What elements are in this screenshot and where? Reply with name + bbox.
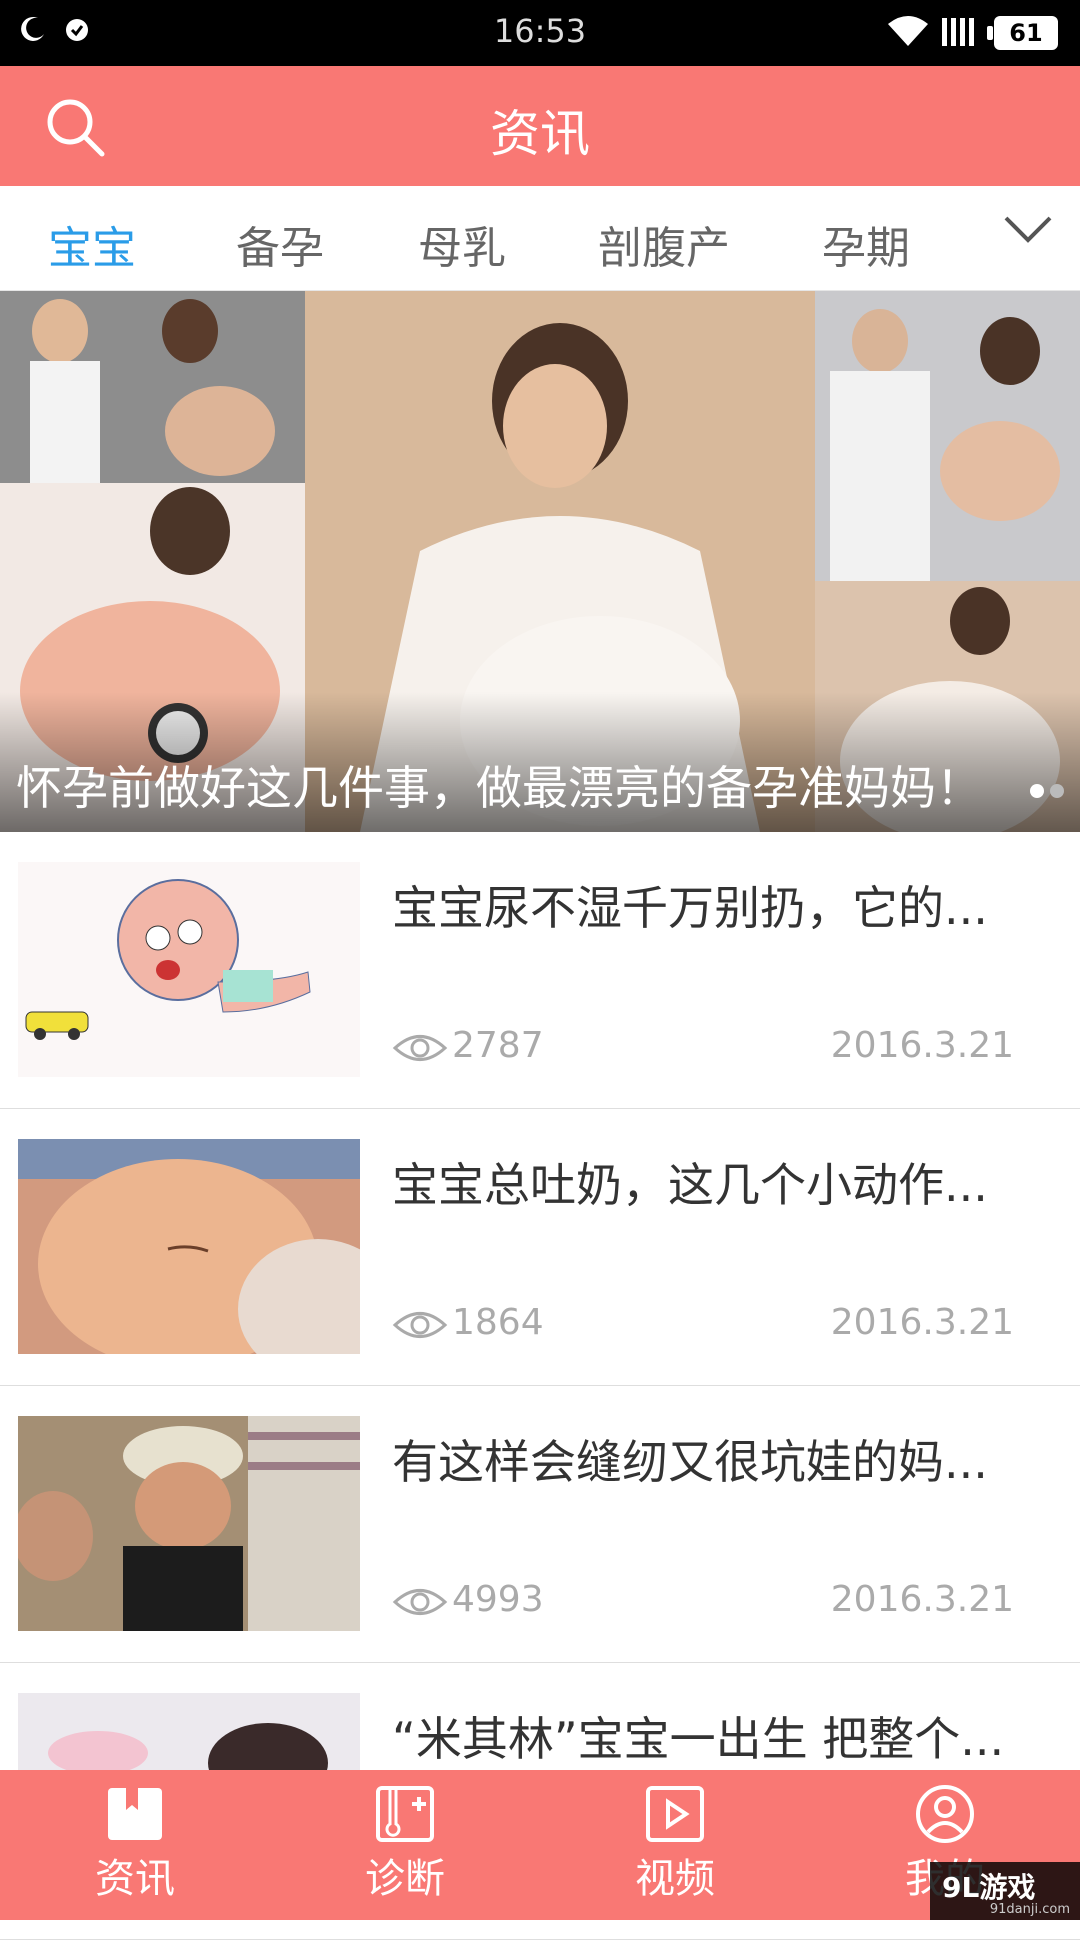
carousel-indicator — [1024, 783, 1064, 802]
tab-breastfeeding[interactable]: 母乳 — [418, 212, 506, 276]
watermark: 9L游戏 91danji.com — [930, 1862, 1080, 1920]
tab-pregnancy-prep[interactable]: 备孕 — [236, 212, 324, 276]
eye-icon — [392, 1589, 448, 1615]
article-thumbnail — [18, 1139, 360, 1354]
nav-video[interactable]: 视频 — [605, 1784, 745, 1904]
status-bar: 16:53 61 — [0, 0, 1080, 66]
article-thumbnail — [18, 1416, 360, 1631]
article-title[interactable]: 宝宝总吐奶，这几个小动作... — [392, 1149, 1012, 1215]
nav-news-label: 资讯 — [95, 1856, 175, 1902]
eye-icon — [392, 1312, 448, 1338]
view-count: 2787 — [392, 1025, 544, 1066]
article-item[interactable]: 宝宝尿不湿千万别扔，它的... 2787 2016.3.21 — [0, 832, 1080, 1109]
article-date: 2016.3.21 — [830, 1579, 1014, 1620]
nav-news[interactable]: 资讯 — [65, 1784, 205, 1904]
nav-diagnosis[interactable]: 诊断 — [335, 1784, 475, 1904]
book-icon — [108, 1788, 162, 1840]
article-thumbnail — [18, 862, 360, 1077]
tab-baby[interactable]: 宝宝 — [48, 212, 136, 276]
battery-indicator: 61 — [987, 16, 1058, 50]
view-count-value: 2787 — [452, 1025, 544, 1066]
nav-video-label: 视频 — [635, 1856, 715, 1902]
diagnosis-icon — [376, 1786, 434, 1842]
tab-c-section[interactable]: 剖腹产 — [598, 212, 730, 276]
app-header: 资讯 — [0, 66, 1080, 186]
article-date: 2016.3.21 — [830, 1025, 1014, 1066]
tab-pregnancy[interactable]: 孕期 — [822, 212, 910, 276]
bottom-navigation: 资讯 诊断 视频 我的 9L游戏 91danji.com — [0, 1770, 1080, 1920]
article-date: 2016.3.21 — [830, 1302, 1014, 1343]
nav-diagnosis-label: 诊断 — [365, 1856, 445, 1902]
watermark-url: 91danji.com — [989, 1902, 1070, 1917]
article-title[interactable]: “米其林”宝宝一出生 把整个... — [392, 1703, 1012, 1769]
article-title[interactable]: 有这样会缝纫又很坑娃的妈... — [392, 1426, 1012, 1492]
user-icon — [916, 1785, 974, 1843]
wifi-icon — [888, 16, 928, 46]
view-count: 1864 — [392, 1302, 544, 1343]
article-title[interactable]: 宝宝尿不湿千万别扔，它的... — [392, 872, 1012, 938]
eye-icon — [392, 1035, 448, 1061]
page-title: 资讯 — [490, 105, 590, 163]
play-icon — [646, 1786, 704, 1842]
chevron-down-icon[interactable] — [1000, 210, 1056, 250]
article-item[interactable]: 宝宝总吐奶，这几个小动作... 1864 2016.3.21 — [0, 1109, 1080, 1386]
category-tabs: 宝宝 备孕 母乳 剖腹产 孕期 — [0, 186, 1080, 291]
view-count-value: 4993 — [452, 1579, 544, 1620]
article-item[interactable]: 有这样会缝纫又很坑娃的妈... 4993 2016.3.21 — [0, 1386, 1080, 1663]
banner-carousel[interactable]: 怀孕前做好这几件事，做最漂亮的备孕准妈妈！ — [0, 291, 1080, 832]
signal-icon — [942, 18, 974, 46]
banner-caption: 怀孕前做好这几件事，做最漂亮的备孕准妈妈！ — [16, 761, 982, 815]
view-count-value: 1864 — [452, 1302, 544, 1343]
view-count: 4993 — [392, 1579, 544, 1620]
watermark-brand: 9L游戏 — [942, 1871, 1036, 1904]
